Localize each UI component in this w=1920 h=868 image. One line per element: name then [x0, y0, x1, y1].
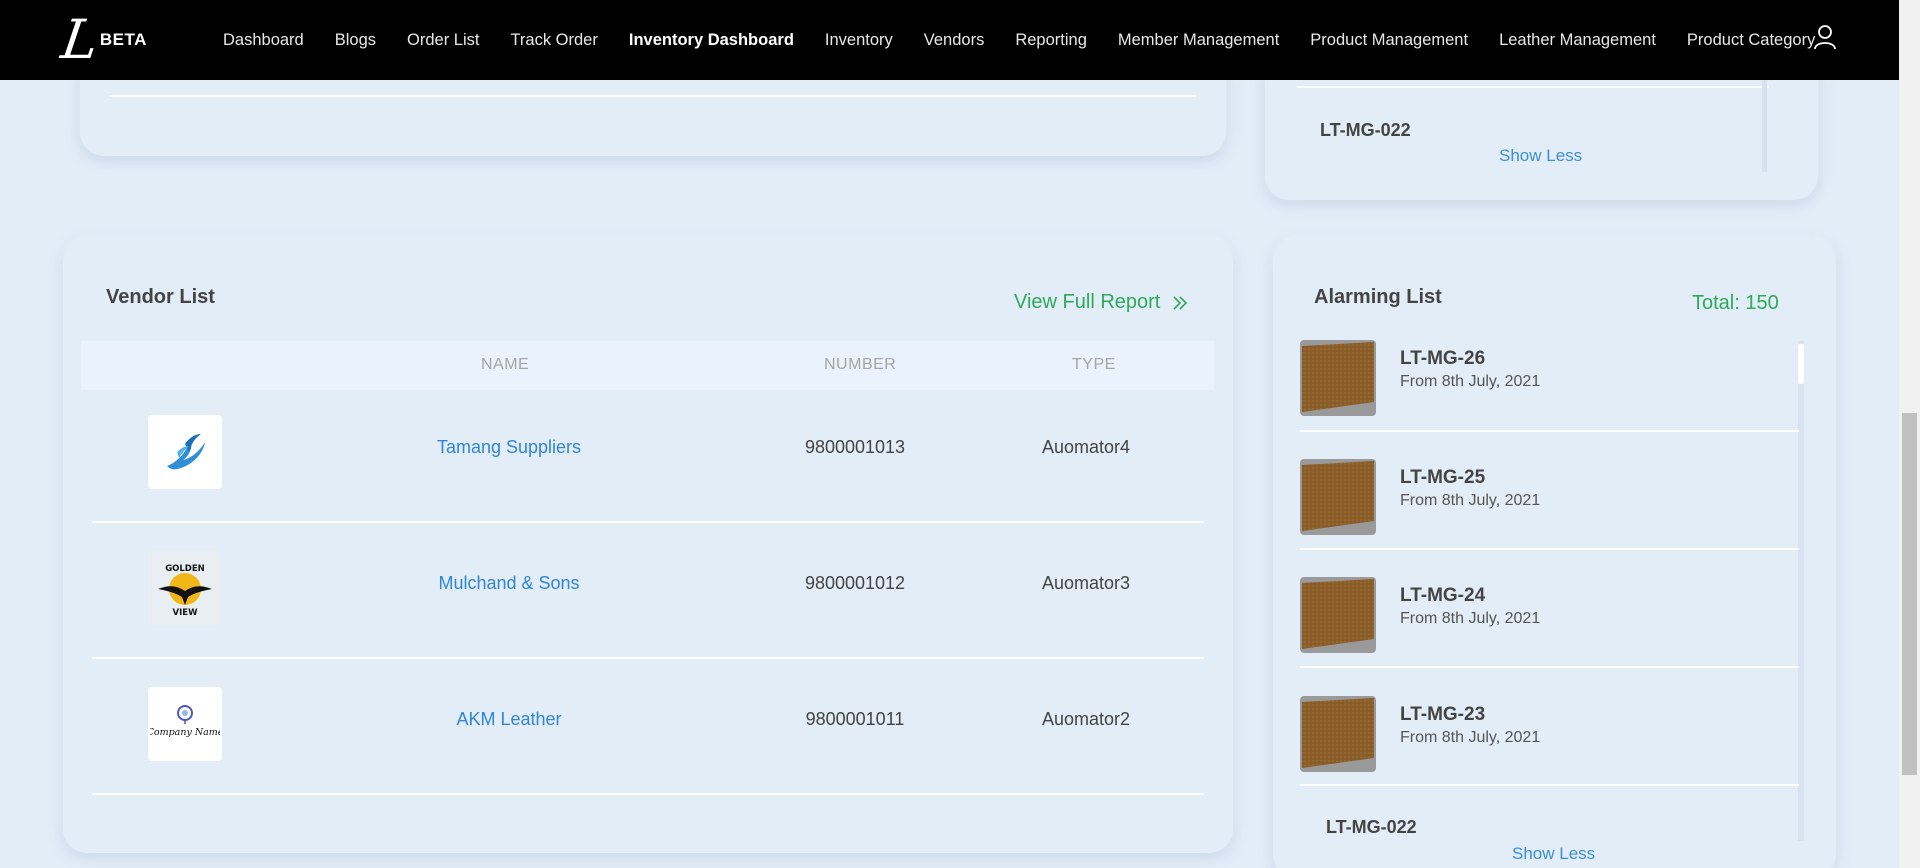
- beta-label: BETA: [99, 30, 147, 49]
- nav-item-reporting[interactable]: Reporting: [1015, 31, 1087, 50]
- brand-logo[interactable]: L BETA: [58, 8, 147, 71]
- nav-item-vendors[interactable]: Vendors: [924, 31, 985, 50]
- nav-item-product-management[interactable]: Product Management: [1310, 31, 1468, 50]
- view-full-report-label: View Full Report: [1014, 291, 1161, 313]
- list-scrollbar[interactable]: [1762, 80, 1767, 172]
- vendor-name-link[interactable]: Tamang Suppliers: [359, 437, 659, 458]
- vendor-name-link[interactable]: AKM Leather: [359, 709, 659, 730]
- blue-bird-logo-icon: [167, 434, 205, 470]
- column-header-name[interactable]: NAME: [481, 356, 529, 374]
- alarm-item-code: LT-MG-24: [1400, 585, 1486, 606]
- golden-logo-bottom-text: VIEW: [173, 608, 199, 618]
- top-right-code: LT-MG-022: [1320, 120, 1411, 140]
- top-right-show-less-link[interactable]: Show Less: [1499, 146, 1582, 166]
- vendor-logo-company-name: Company Name: [148, 687, 222, 761]
- vendor-list-title: Vendor List: [106, 286, 215, 308]
- alarm-item-date: From 8th July, 2021: [1400, 492, 1541, 509]
- nav-item-inventory[interactable]: Inventory: [825, 31, 893, 50]
- vendor-logo-blue-bird: [148, 415, 222, 489]
- column-header-type[interactable]: TYPE: [1072, 356, 1116, 374]
- leather-thumbnail: [1300, 340, 1376, 416]
- leather-thumbnail: [1300, 459, 1376, 535]
- vendor-name-link[interactable]: Mulchand & Sons: [359, 573, 659, 594]
- leather-thumbnail: [1300, 577, 1376, 653]
- alarming-show-less-link[interactable]: Show Less: [1512, 844, 1595, 864]
- nav-menu: Dashboard Blogs Order List Track Order I…: [223, 0, 1846, 80]
- alarm-last-code: LT-MG-022: [1326, 817, 1417, 837]
- row-divider: [1297, 86, 1769, 88]
- alarm-item-code: LT-MG-25: [1400, 467, 1486, 488]
- vendor-type: Auomator4: [1041, 437, 1131, 457]
- vendor-number: 9800001013: [804, 437, 906, 457]
- alarming-total-count: Total: 150: [1692, 292, 1779, 314]
- view-full-report-link[interactable]: View Full Report: [1014, 291, 1188, 314]
- page-scrollbar-thumb[interactable]: [1902, 413, 1917, 775]
- company-name-logo-icon: Company Name: [150, 705, 220, 738]
- nav-item-blogs[interactable]: Blogs: [335, 31, 376, 50]
- alarm-item-code: LT-MG-26: [1400, 348, 1486, 369]
- vendor-number: 9800001011: [805, 709, 905, 729]
- nav-item-dashboard[interactable]: Dashboard: [223, 31, 304, 50]
- alarm-item-code: LT-MG-23: [1400, 704, 1486, 725]
- nav-item-order-list[interactable]: Order List: [407, 31, 479, 50]
- alarm-item-date: From 8th July, 2021: [1400, 610, 1541, 627]
- vendor-type: Auomator2: [1041, 709, 1131, 729]
- logo-l-mark: L: [57, 8, 103, 71]
- alarm-item-date: From 8th July, 2021: [1400, 373, 1541, 390]
- nav-item-track-order[interactable]: Track Order: [510, 31, 597, 50]
- nav-item-product-category[interactable]: Product Category: [1687, 31, 1815, 50]
- vendor-number: 9800001012: [804, 573, 906, 593]
- vendor-type: Auomator3: [1041, 573, 1131, 593]
- nav-item-inventory-dashboard[interactable]: Inventory Dashboard: [629, 31, 794, 50]
- column-header-number[interactable]: NUMBER: [824, 356, 896, 374]
- double-chevron-right-icon: [1173, 295, 1188, 310]
- user-icon[interactable]: [1813, 24, 1837, 50]
- alarming-list-title: Alarming List: [1314, 286, 1442, 308]
- alarm-item-date: From 8th July, 2021: [1400, 729, 1541, 746]
- golden-logo-top-text: GOLDEN: [165, 564, 205, 574]
- row-divider: [110, 95, 1196, 97]
- company-logo-text: Company Name: [150, 727, 220, 738]
- nav-item-member-management[interactable]: Member Management: [1118, 31, 1279, 50]
- top-navbar: L BETA Dashboard Blogs Order List Track …: [0, 0, 1899, 80]
- vendor-table-header: [81, 341, 1214, 390]
- nav-item-leather-management[interactable]: Leather Management: [1499, 31, 1656, 50]
- leather-thumbnail: [1300, 696, 1376, 772]
- vendor-logo-golden-view: GOLDEN VIEW: [148, 551, 222, 625]
- golden-view-logo-icon: GOLDEN VIEW: [158, 564, 212, 618]
